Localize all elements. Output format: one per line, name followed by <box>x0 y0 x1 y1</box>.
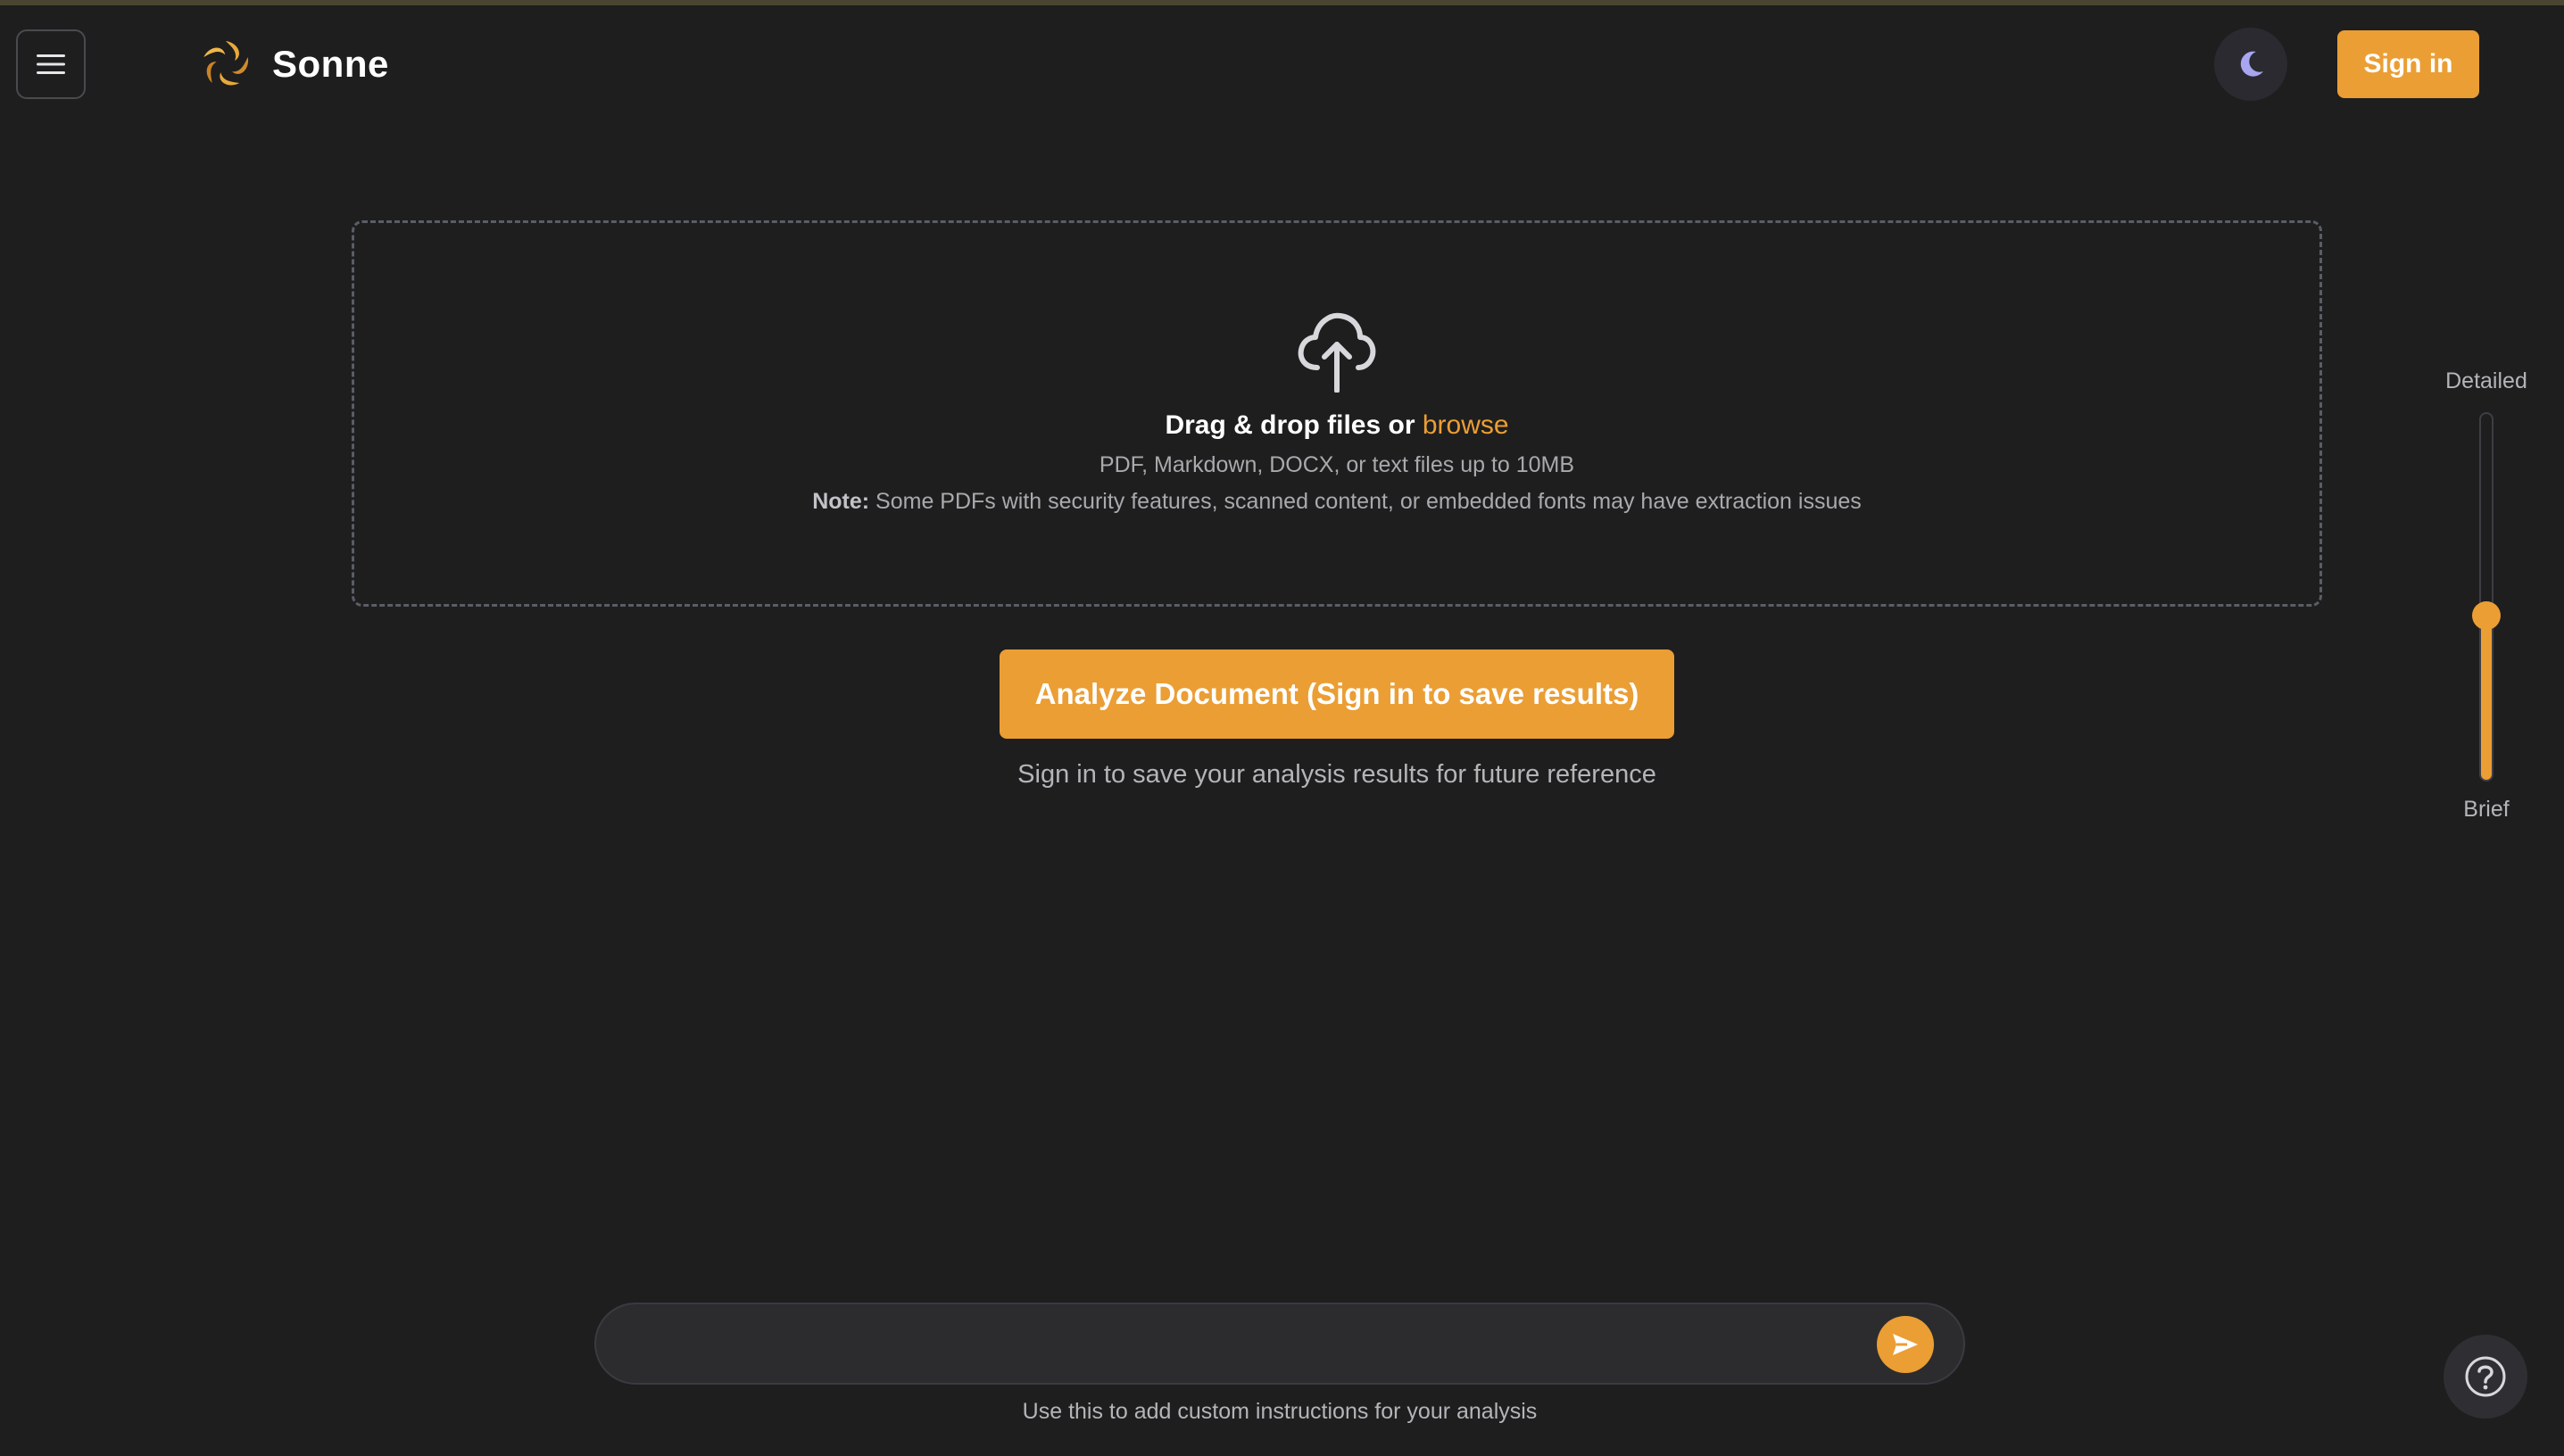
dropzone-title: Drag & drop files or browse <box>352 410 2322 441</box>
top-accent-line <box>0 0 2564 5</box>
note-label: Note: <box>812 489 870 514</box>
sun-swirl-logo-icon <box>203 41 249 86</box>
cloud-upload-icon <box>1298 312 1376 393</box>
dropzone-title-text: Drag & drop files or <box>1165 410 1423 440</box>
brand[interactable]: Sonne <box>199 36 389 93</box>
sign-in-button[interactable]: Sign in <box>2337 30 2479 98</box>
theme-toggle-button[interactable] <box>2214 28 2287 101</box>
detail-slider-thumb[interactable] <box>2472 601 2501 630</box>
hamburger-icon <box>37 54 65 74</box>
detail-slider-top-label: Detailed <box>2445 368 2527 393</box>
analyze-hint: Sign in to save your analysis results fo… <box>1017 760 1656 789</box>
moon-icon <box>2240 51 2263 77</box>
dropzone-formats: PDF, Markdown, DOCX, or text files up to… <box>1099 452 1575 477</box>
send-button[interactable] <box>1877 1316 1934 1373</box>
help-button[interactable] <box>2444 1335 2527 1419</box>
browse-link[interactable]: browse <box>1423 410 1509 440</box>
custom-instructions-input[interactable] <box>625 1315 1869 1374</box>
detail-slider-fill <box>2481 614 2492 780</box>
note-text: Some PDFs with security features, scanne… <box>869 489 1862 514</box>
app-page: Sonne Sign in Drag & drop files or brows… <box>0 0 2564 1456</box>
question-mark-icon <box>2465 1356 2506 1397</box>
dropzone-note: Note: Some PDFs with security features, … <box>352 489 2322 515</box>
menu-button[interactable] <box>16 29 86 99</box>
detail-slider-bottom-label: Brief <box>2463 797 2510 822</box>
prompt-hint: Use this to add custom instructions for … <box>1022 1399 1538 1424</box>
send-arrow-icon <box>1893 1334 1918 1355</box>
analyze-document-button[interactable]: Analyze Document (Sign in to save result… <box>1000 649 1674 739</box>
brand-name: Sonne <box>272 43 389 85</box>
